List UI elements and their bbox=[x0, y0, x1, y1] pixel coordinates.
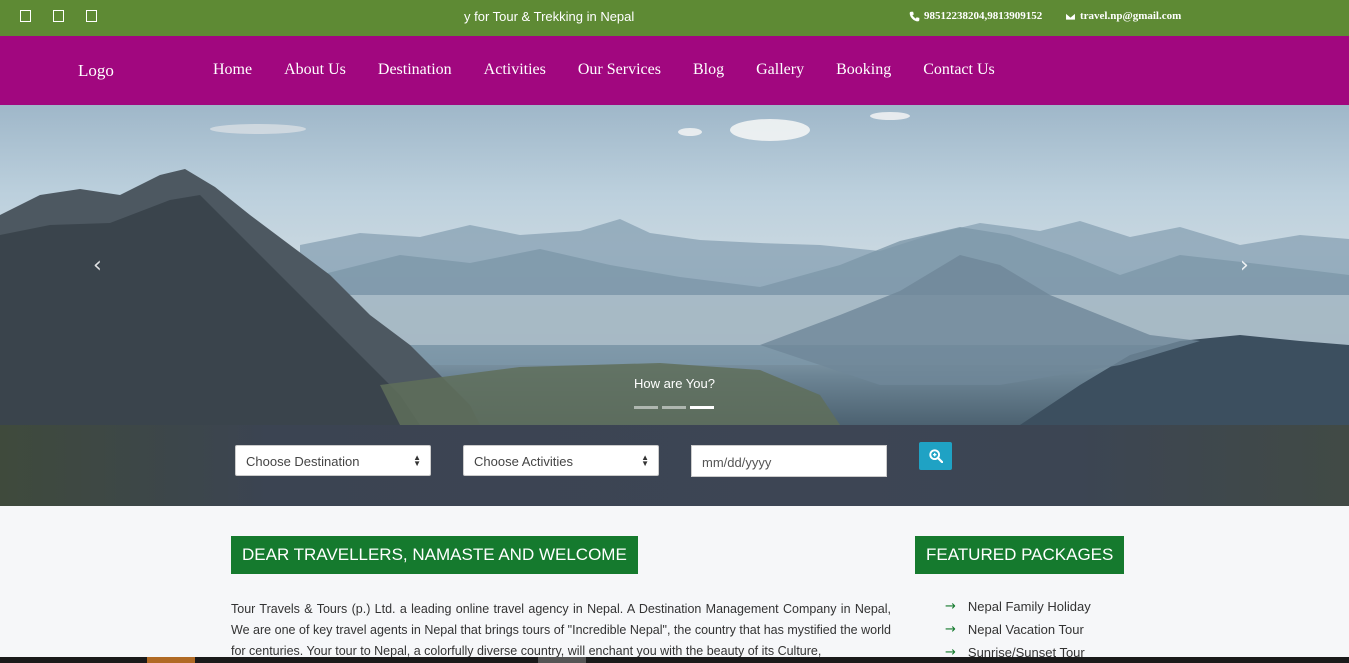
package-link[interactable]: Nepal Vacation Tour bbox=[968, 622, 1084, 637]
facebook-icon[interactable] bbox=[20, 10, 31, 22]
carousel-indicators bbox=[634, 406, 714, 409]
nav-booking[interactable]: Booking bbox=[836, 61, 891, 79]
carousel-prev-chevron-icon[interactable]: ‹ bbox=[93, 253, 102, 278]
arrow-right-icon: → bbox=[945, 622, 956, 637]
welcome-paragraph: Tour Travels & Tours (p.) Ltd. a leading… bbox=[231, 602, 891, 658]
hero-carousel: ‹ › How are You? bbox=[0, 105, 1349, 425]
date-input[interactable]: mm/dd/yyyy bbox=[691, 445, 887, 477]
destination-select[interactable]: Choose Destination ▲ ▼ bbox=[235, 445, 431, 476]
search-form-band: Choose Destination ▲ ▼ Choose Activities … bbox=[0, 425, 1349, 506]
envelope-icon bbox=[1065, 12, 1076, 20]
bottom-strip bbox=[0, 657, 1349, 663]
social-links bbox=[20, 10, 97, 22]
twitter-icon[interactable] bbox=[53, 10, 64, 22]
nav-contact-us[interactable]: Contact Us bbox=[923, 61, 995, 79]
phone-contact[interactable]: 98512238204,9813909152 bbox=[909, 10, 1042, 22]
nav-blog[interactable]: Blog bbox=[693, 61, 724, 79]
destination-select-value: Choose Destination bbox=[246, 454, 360, 469]
package-item[interactable]: → Nepal Family Holiday bbox=[945, 599, 1091, 614]
main-navbar: Logo Home About Us Destination Activitie… bbox=[0, 36, 1349, 105]
package-item[interactable]: → Nepal Vacation Tour bbox=[945, 622, 1084, 637]
marquee-text: y for Tour & Trekking in Nepal bbox=[464, 9, 635, 24]
nav-activities[interactable]: Activities bbox=[484, 61, 546, 79]
email-contact[interactable]: travel.np@gmail.com bbox=[1065, 10, 1181, 22]
email-address: travel.np@gmail.com bbox=[1080, 10, 1182, 22]
activities-select[interactable]: Choose Activities ▲ ▼ bbox=[463, 445, 659, 476]
arrow-right-icon: → bbox=[945, 599, 956, 614]
nav-destination[interactable]: Destination bbox=[378, 61, 452, 79]
carousel-next-chevron-icon[interactable]: › bbox=[1240, 253, 1249, 278]
carousel-indicator-2[interactable] bbox=[662, 406, 686, 409]
bottom-strip-block bbox=[538, 657, 586, 663]
package-link[interactable]: Nepal Family Holiday bbox=[968, 599, 1091, 614]
activities-select-value: Choose Activities bbox=[474, 454, 573, 469]
site-logo[interactable]: Logo bbox=[78, 61, 114, 81]
phone-icon bbox=[909, 11, 920, 21]
carousel-indicator-1[interactable] bbox=[634, 406, 658, 409]
search-zoom-icon bbox=[928, 449, 943, 463]
welcome-heading: DEAR TRAVELLERS, NAMASTE AND WELCOME bbox=[231, 536, 638, 574]
nav-home[interactable]: Home bbox=[213, 61, 252, 79]
date-input-placeholder: mm/dd/yyyy bbox=[702, 455, 772, 470]
nav-gallery[interactable]: Gallery bbox=[756, 61, 804, 79]
select-caret-icon: ▲ ▼ bbox=[641, 453, 649, 468]
instagram-icon[interactable] bbox=[86, 10, 97, 22]
search-button[interactable] bbox=[919, 442, 952, 470]
carousel-caption: How are You? bbox=[634, 376, 715, 391]
nav-our-services[interactable]: Our Services bbox=[578, 61, 661, 79]
featured-packages-heading: FEATURED PACKAGES bbox=[915, 536, 1125, 574]
carousel-indicator-3[interactable] bbox=[690, 406, 714, 409]
select-caret-icon: ▲ ▼ bbox=[413, 453, 421, 468]
top-bar: y for Tour & Trekking in Nepal 985122382… bbox=[0, 0, 1349, 36]
main-content: DEAR TRAVELLERS, NAMASTE AND WELCOME FEA… bbox=[0, 506, 1349, 663]
phone-number: 98512238204,9813909152 bbox=[924, 10, 1043, 22]
nav-about-us[interactable]: About Us bbox=[284, 61, 346, 79]
main-nav: Home About Us Destination Activities Our… bbox=[213, 61, 1027, 79]
bottom-strip-block bbox=[147, 657, 195, 663]
